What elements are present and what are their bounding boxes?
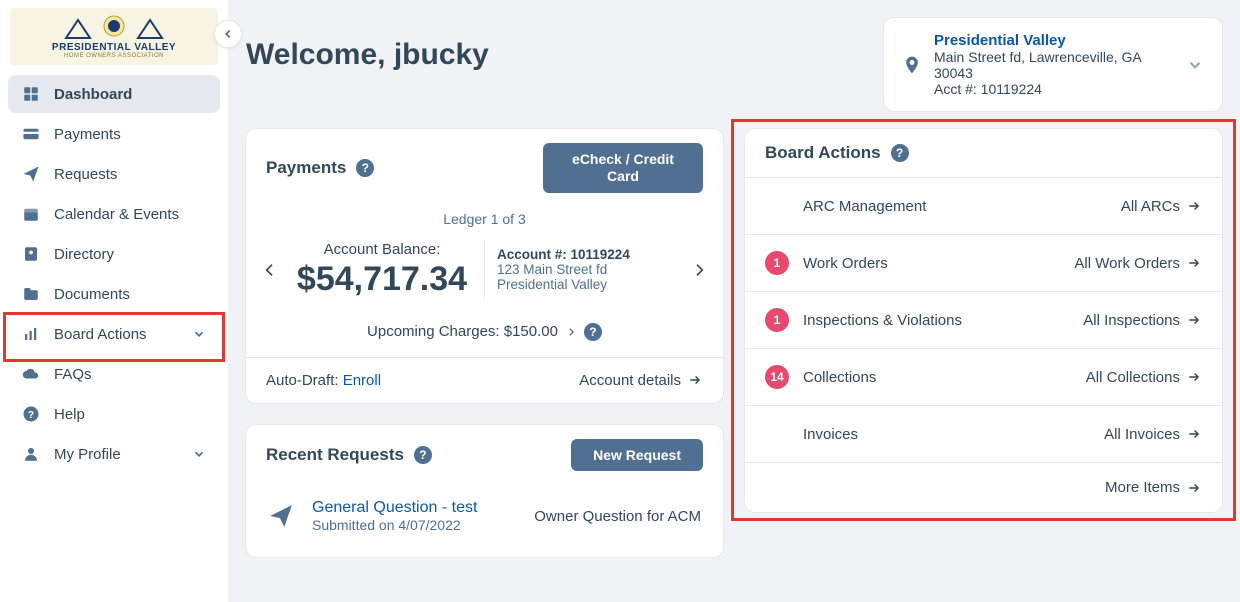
sidebar-item-label: Requests: [54, 166, 117, 183]
ba-item-collections[interactable]: 14 Collections All Collections: [745, 348, 1222, 405]
new-request-button[interactable]: New Request: [571, 439, 703, 472]
account-address1: 123 Main Street fd: [497, 262, 677, 277]
chevron-down-icon: [192, 327, 206, 341]
request-item[interactable]: General Question - test Submitted on 4/0…: [246, 485, 723, 557]
help-icon: ?: [22, 405, 40, 423]
ba-link-all-inspections[interactable]: All Inspections: [1083, 312, 1202, 329]
ba-link-all-work-orders[interactable]: All Work Orders: [1074, 255, 1202, 272]
page-title: Welcome, jbucky: [246, 38, 489, 72]
sidebar-item-requests[interactable]: Requests: [8, 155, 220, 193]
property-account: Acct #: 10119224: [934, 81, 1174, 97]
property-selector[interactable]: Presidential Valley Main Street fd, Lawr…: [884, 18, 1222, 111]
ba-label: Inspections & Violations: [803, 312, 1083, 329]
chevron-down-icon: [192, 447, 206, 461]
count-badge: 1: [765, 308, 789, 332]
ba-link-all-invoices[interactable]: All Invoices: [1104, 426, 1202, 443]
sidebar-item-label: Documents: [54, 286, 130, 303]
request-subtitle: Submitted on 4/07/2022: [312, 517, 477, 533]
ba-item-work-orders[interactable]: 1 Work Orders All Work Orders: [745, 234, 1222, 291]
ba-label: Collections: [803, 369, 1086, 386]
ledger-prev-button[interactable]: [256, 256, 284, 284]
request-title: General Question - test: [312, 499, 477, 517]
sidebar-item-documents[interactable]: Documents: [8, 275, 220, 313]
count-badge: [765, 194, 789, 218]
count-badge: 1: [765, 251, 789, 275]
folder-icon: [22, 285, 40, 303]
account-details-link[interactable]: Account details: [579, 372, 703, 389]
main-content: Welcome, jbucky Presidential Valley Main…: [228, 0, 1240, 602]
svg-text:?: ?: [28, 409, 34, 421]
balance-label: Account Balance:: [292, 241, 472, 258]
property-name: Presidential Valley: [934, 32, 1174, 49]
help-icon[interactable]: ?: [891, 144, 909, 162]
sidebar-item-label: Directory: [54, 246, 114, 263]
count-badge: 14: [765, 365, 789, 389]
sidebar-item-label: Board Actions: [54, 326, 147, 343]
board-actions-list: ARC Management All ARCs 1 Work Orders Al…: [745, 177, 1222, 512]
logo: PRESIDENTIAL VALLEY HOME OWNERS ASSOCIAT…: [10, 8, 218, 65]
user-icon: [22, 445, 40, 463]
calendar-icon: [22, 205, 40, 223]
autodraft-row: Auto-Draft: Enroll: [266, 372, 381, 389]
ba-item-arc[interactable]: ARC Management All ARCs: [745, 177, 1222, 234]
ledger-next-button[interactable]: [685, 256, 713, 284]
sidebar-item-dashboard[interactable]: Dashboard: [8, 75, 220, 113]
account-address2: Presidential Valley: [497, 277, 677, 292]
paper-plane-icon: [22, 165, 40, 183]
credit-card-icon: [22, 125, 40, 143]
directory-icon: [22, 245, 40, 263]
chart-icon: [22, 325, 40, 343]
help-icon[interactable]: ?: [356, 159, 374, 177]
sidebar-item-label: Calendar & Events: [54, 206, 179, 223]
payments-card: Payments ? eCheck / Credit Card Ledger 1…: [246, 129, 723, 403]
dashboard-icon: [22, 85, 40, 103]
sidebar-item-payments[interactable]: Payments: [8, 115, 220, 153]
cloud-icon: [22, 365, 40, 383]
sidebar-item-directory[interactable]: Directory: [8, 235, 220, 273]
card-title: Recent Requests: [266, 445, 404, 465]
card-title: Payments: [266, 158, 346, 178]
ba-label: ARC Management: [803, 198, 1121, 215]
balance-amount: $54,717.34: [292, 260, 472, 299]
chevron-right-icon[interactable]: [566, 325, 576, 339]
help-icon[interactable]: ?: [584, 323, 602, 341]
paper-plane-icon: [268, 503, 294, 529]
map-pin-icon: [902, 53, 922, 77]
enroll-link[interactable]: Enroll: [343, 372, 381, 389]
echeck-credit-card-button[interactable]: eCheck / Credit Card: [543, 143, 703, 193]
ledger-indicator: Ledger 1 of 3: [246, 207, 723, 241]
card-title: Board Actions: [765, 143, 881, 163]
sidebar-item-label: Dashboard: [54, 86, 132, 103]
sidebar-item-label: Help: [54, 406, 85, 423]
ba-label: Invoices: [803, 426, 1104, 443]
sidebar-item-label: My Profile: [54, 446, 121, 463]
sidebar-item-label: Payments: [54, 126, 121, 143]
sidebar-item-calendar[interactable]: Calendar & Events: [8, 195, 220, 233]
sidebar-item-board-actions[interactable]: Board Actions: [8, 315, 220, 353]
board-actions-card: Board Actions ? ARC Management All ARCs …: [745, 129, 1222, 512]
ba-item-invoices[interactable]: Invoices All Invoices: [745, 405, 1222, 462]
sidebar-item-my-profile[interactable]: My Profile: [8, 435, 220, 473]
chevron-down-icon: [1186, 56, 1204, 74]
help-icon[interactable]: ?: [414, 446, 432, 464]
ba-link-all-collections[interactable]: All Collections: [1086, 369, 1202, 386]
ba-label: Work Orders: [803, 255, 1074, 272]
account-number: Account #: 10119224: [497, 247, 677, 262]
sidebar-item-faqs[interactable]: FAQs: [8, 355, 220, 393]
more-items-link[interactable]: More Items: [1105, 479, 1202, 496]
upcoming-charges: Upcoming Charges: $150.00: [367, 323, 558, 340]
sidebar-item-help[interactable]: ? Help: [8, 395, 220, 433]
sidebar: PRESIDENTIAL VALLEY HOME OWNERS ASSOCIAT…: [0, 0, 228, 602]
sidebar-item-label: FAQs: [54, 366, 92, 383]
ba-item-inspections[interactable]: 1 Inspections & Violations All Inspectio…: [745, 291, 1222, 348]
recent-requests-card: Recent Requests ? New Request General Qu…: [246, 425, 723, 558]
count-badge: [765, 422, 789, 446]
property-address: Main Street fd, Lawrenceville, GA 30043: [934, 49, 1174, 81]
ba-link-all-arcs[interactable]: All ARCs: [1121, 198, 1202, 215]
request-type: Owner Question for ACM: [534, 508, 701, 525]
